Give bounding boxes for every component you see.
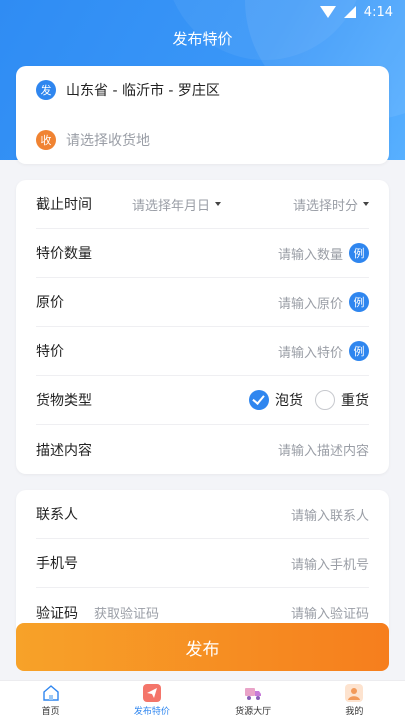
deadline-label: 截止时间 — [36, 197, 92, 213]
cargo-type-label: 货物类型 — [36, 393, 92, 409]
cargo-option-label: 泡货 — [275, 393, 303, 409]
quantity-row: 特价数量 请输入数量 例 — [36, 229, 369, 278]
contact-form: 联系人 请输入联系人 手机号 请输入手机号 验证码 获取验证码 请输入验证码 — [16, 490, 389, 640]
description-label: 描述内容 — [36, 442, 92, 459]
time-placeholder: 请选择时分 — [292, 198, 358, 214]
tab-label: 首页 — [41, 707, 60, 717]
wifi-icon — [319, 6, 336, 18]
example-icon[interactable]: 例 — [349, 243, 369, 263]
page-title: 发布特价 — [172, 30, 233, 48]
special-offer-form: 截止时间 请选择年月日 请选择时分 特价数量 请输入数量 例 原价 请输入原价 … — [16, 180, 389, 474]
origin-address-row[interactable]: 发 山东省 - 临沂市 - 罗庄区 — [36, 70, 373, 110]
destination-tag-icon: 收 — [36, 130, 56, 150]
origin-address: 山东省 - 临沂市 - 罗庄区 — [66, 83, 220, 99]
quantity-label: 特价数量 — [36, 246, 92, 262]
bottom-tab-bar: 首页 发布特价 货源大厅 我的 — [0, 680, 405, 720]
original-price-row: 原价 请输入原价 例 — [36, 278, 369, 327]
origin-tag-icon: 发 — [36, 80, 56, 100]
tab-label: 发布特价 — [133, 707, 170, 717]
cargo-type-option-light[interactable]: 泡货 — [249, 390, 303, 410]
date-picker[interactable]: 请选择年月日 — [132, 195, 222, 214]
signal-icon — [343, 6, 356, 18]
caret-down-icon — [215, 202, 222, 206]
verification-code-label: 验证码 — [36, 605, 78, 622]
radio-checked-icon — [249, 390, 269, 410]
example-icon[interactable]: 例 — [349, 341, 369, 361]
cargo-option-label: 重货 — [341, 393, 369, 409]
phone-input[interactable]: 请输入手机号 — [291, 554, 369, 573]
home-icon — [42, 684, 60, 702]
special-price-row: 特价 请输入特价 例 — [36, 327, 369, 376]
user-icon — [345, 684, 364, 702]
description-row: 描述内容 请输入描述内容 — [36, 425, 369, 474]
tab-label: 货源大厅 — [235, 707, 272, 717]
phone-row: 手机号 请输入手机号 — [36, 539, 369, 588]
contact-name-label: 联系人 — [36, 507, 78, 523]
example-icon[interactable]: 例 — [349, 292, 369, 312]
contact-name-row: 联系人 请输入联系人 — [36, 490, 369, 539]
quantity-input[interactable]: 请输入数量 — [278, 244, 343, 263]
destination-placeholder: 请选择收货地 — [66, 133, 150, 149]
tab-mine[interactable]: 我的 — [304, 681, 405, 720]
date-placeholder: 请选择年月日 — [132, 198, 211, 214]
truck-icon — [244, 684, 262, 702]
special-price-input[interactable]: 请输入特价 — [278, 342, 343, 361]
original-price-input[interactable]: 请输入原价 — [278, 293, 343, 312]
publish-button[interactable]: 发布 — [16, 623, 389, 671]
description-input[interactable]: 请输入描述内容 — [278, 440, 369, 459]
cargo-type-option-heavy[interactable]: 重货 — [315, 390, 369, 410]
address-card: 发 山东省 - 临沂市 - 罗庄区 收 请选择收货地 — [16, 66, 389, 164]
status-bar: 4:14 — [0, 0, 405, 24]
radio-unchecked-icon — [315, 390, 335, 410]
tab-cargo-hall[interactable]: 货源大厅 — [203, 681, 304, 720]
special-price-label: 特价 — [36, 344, 64, 360]
tab-home[interactable]: 首页 — [0, 681, 101, 720]
status-time: 4:14 — [363, 4, 393, 20]
tab-label: 我的 — [345, 707, 364, 717]
time-picker[interactable]: 请选择时分 — [293, 195, 369, 214]
original-price-label: 原价 — [36, 295, 64, 311]
cargo-type-row: 货物类型 泡货 重货 — [36, 376, 369, 425]
deadline-row: 截止时间 请选择年月日 请选择时分 — [36, 180, 369, 229]
contact-name-input[interactable]: 请输入联系人 — [291, 505, 369, 524]
verification-code-input[interactable]: 请输入验证码 — [291, 603, 369, 622]
phone-label: 手机号 — [36, 556, 78, 572]
send-icon — [142, 684, 161, 702]
get-code-button[interactable]: 获取验证码 — [94, 603, 159, 622]
caret-down-icon — [363, 202, 369, 206]
tab-publish[interactable]: 发布特价 — [101, 681, 202, 720]
destination-address-row[interactable]: 收 请选择收货地 — [36, 120, 373, 160]
